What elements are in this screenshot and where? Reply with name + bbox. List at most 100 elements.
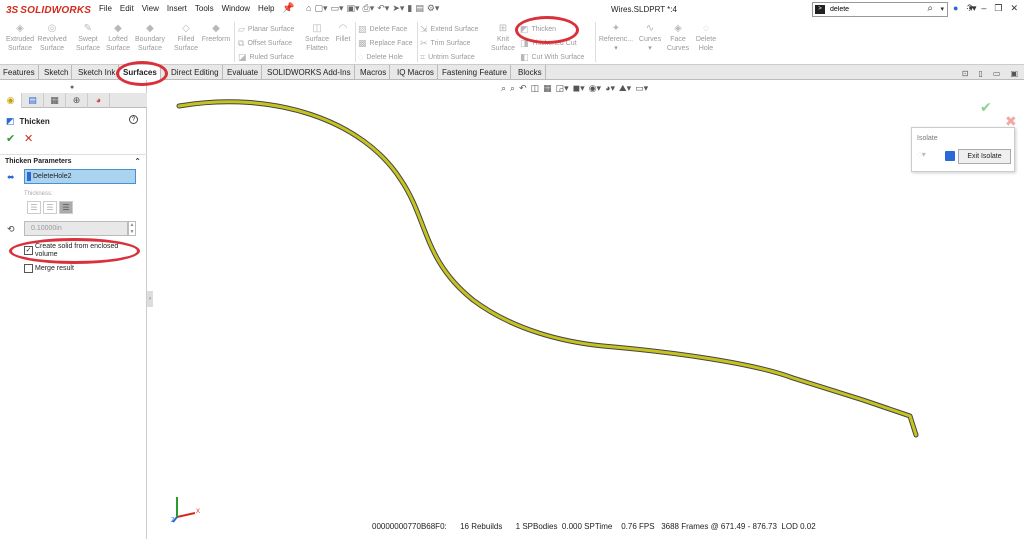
fillet-button[interactable]: ◠ Fillet xyxy=(333,24,353,44)
file-props-icon[interactable]: ▤ xyxy=(415,3,424,14)
menu-window[interactable]: Window xyxy=(222,4,250,13)
cut-with-surface-button[interactable]: ◧ Cut With Surface xyxy=(520,52,584,63)
surface-curve-model[interactable] xyxy=(153,80,1024,539)
thicken-both-button[interactable]: ☰ xyxy=(43,201,57,214)
open-icon[interactable]: ▭▾ xyxy=(330,3,343,14)
configuration-manager-tab[interactable]: ▦ xyxy=(44,93,66,108)
revolved-surface-button[interactable]: ◎ Revolved Surface xyxy=(36,24,68,53)
chevron-down-icon[interactable]: ▾ xyxy=(940,5,944,13)
tab-blocks[interactable]: Blocks xyxy=(515,65,546,80)
chevron-up-icon[interactable]: ⌃ xyxy=(134,155,141,168)
menu-help[interactable]: Help xyxy=(258,4,274,13)
panel-grip-icon[interactable]: ● xyxy=(70,84,74,91)
filled-surface-label2: Surface xyxy=(173,45,199,52)
lofted-surface-button[interactable]: ◆ Lofted Surface xyxy=(102,24,134,53)
extend-surface-button[interactable]: ⇲ Extend Surface xyxy=(420,24,478,35)
thickness-spinner[interactable]: ▲ ▼ xyxy=(128,221,136,236)
user-icon[interactable]: ● xyxy=(953,3,958,13)
create-solid-label: Create solid from enclosed volume xyxy=(35,243,119,258)
viewport-restore-icon[interactable]: ▯ xyxy=(978,69,982,78)
trim-surface-button[interactable]: ✂ Trim Surface xyxy=(420,38,470,49)
create-solid-checkbox[interactable]: ✓ xyxy=(24,246,33,255)
search-icon[interactable]: ⌕ xyxy=(927,3,933,14)
tab-evaluate[interactable]: Evaluate xyxy=(224,65,263,80)
surface-flatten-button[interactable]: ◫ Surface Flatten xyxy=(302,24,332,53)
minimize-button[interactable]: – xyxy=(981,3,986,14)
options-icon[interactable]: ⚙▾ xyxy=(427,3,440,14)
property-manager-tab[interactable]: ▤ xyxy=(22,93,44,108)
pin-icon[interactable]: 📌 xyxy=(282,3,294,14)
thicken-button[interactable]: ◩ Thicken xyxy=(520,24,556,35)
restore-button[interactable]: ❐ xyxy=(994,3,1002,14)
exit-isolate-button[interactable]: Exit Isolate xyxy=(958,149,1011,164)
untrim-surface-icon: ⌗ xyxy=(420,52,426,62)
untrim-surface-button[interactable]: ⌗ Untrim Surface xyxy=(420,52,475,63)
viewport-tile-icon[interactable]: ▭ xyxy=(993,69,1001,78)
tab-direct-editing[interactable]: Direct Editing xyxy=(168,65,223,80)
tab-fastening-feature[interactable]: Fastening Feature xyxy=(439,65,511,80)
options-dd-icon[interactable]: ·▾ xyxy=(966,3,974,14)
help-button[interactable]: ? xyxy=(129,115,138,124)
menu-insert[interactable]: Insert xyxy=(167,4,187,13)
menu-edit[interactable]: Edit xyxy=(120,4,134,13)
filled-surface-button[interactable]: ◇ Filled Surface xyxy=(170,24,202,53)
tab-iq-macros[interactable]: IQ Macros xyxy=(394,65,438,80)
ruled-surface-button[interactable]: ◪ Ruled Surface xyxy=(238,52,294,63)
menu-file[interactable]: File xyxy=(99,4,112,13)
freeform-button[interactable]: ◆ Freeform xyxy=(200,24,232,44)
offset-surface-button[interactable]: ⧉ Offset Surface xyxy=(238,38,292,49)
rebuild-icon[interactable]: ▮ xyxy=(407,3,412,14)
home-icon[interactable]: ⌂ xyxy=(306,3,311,14)
tab-sketch[interactable]: Sketch xyxy=(41,65,73,80)
extruded-surface-label2: Surface xyxy=(7,45,33,52)
display-manager-tab[interactable]: ◕ xyxy=(88,93,110,108)
tab-surfaces[interactable]: Surfaces xyxy=(120,65,161,80)
menu-tools[interactable]: Tools xyxy=(195,4,214,13)
swept-surface-button[interactable]: ✎ Swept Surface xyxy=(72,24,104,53)
surface-selection-field[interactable]: DeleteHole2 xyxy=(24,169,136,184)
extruded-surface-button[interactable]: ◈ Extruded Surface xyxy=(4,24,36,53)
thicken-parameters-header[interactable]: Thicken Parameters ⌃ xyxy=(0,154,147,167)
tab-macros[interactable]: Macros xyxy=(357,65,391,80)
tab-solidworks-add-ins[interactable]: SOLIDWORKS Add-Ins xyxy=(264,65,355,80)
isolate-display-dropdown[interactable]: ◌▾ xyxy=(917,150,941,163)
thicken-side2-button[interactable]: ☰ xyxy=(59,201,73,214)
tab-features[interactable]: Features xyxy=(0,65,39,80)
delete-face-button[interactable]: ▨ Delete Face xyxy=(358,24,407,35)
thicken-side1-button[interactable]: ☰ xyxy=(27,201,41,214)
cancel-button[interactable]: ✕ xyxy=(24,132,33,145)
planar-surface-icon: ▱ xyxy=(238,24,245,34)
curves-button[interactable]: ∿ Curves ▾ xyxy=(636,24,664,53)
boundary-surface-button[interactable]: ◆ Boundary Surface xyxy=(132,24,168,53)
close-button[interactable]: ✕ xyxy=(1010,3,1018,14)
merge-result-checkbox[interactable] xyxy=(24,264,33,273)
viewport-collapse-icon[interactable]: ⊡ xyxy=(962,69,969,78)
solidworks-logo[interactable]: 3S SOLIDWORKS xyxy=(6,3,91,17)
status-readout: 00000000770B68F0: 16 Rebuilds 1 SPBodies… xyxy=(372,522,816,531)
feature-manager-tab[interactable]: ◉ xyxy=(0,93,22,108)
dimxpert-tab[interactable]: ⊕ xyxy=(66,93,88,108)
delete-hole-button[interactable]: ◌ Delete Hole xyxy=(694,24,718,53)
delete-hole-button-small[interactable]: ◌ Delete Hole xyxy=(358,52,403,62)
save-icon[interactable]: ▣▾ xyxy=(347,3,360,14)
undo-icon[interactable]: ↶▾ xyxy=(377,3,389,14)
thickness-input[interactable]: 0.10000in xyxy=(24,221,128,236)
save-icon[interactable] xyxy=(945,151,955,161)
planar-surface-button[interactable]: ▱ Planar Surface xyxy=(238,24,294,35)
viewport-maximize-icon[interactable]: ▣ xyxy=(1010,69,1018,78)
face-curves-button[interactable]: ◈ Face Curves xyxy=(666,24,690,53)
pm-title: ◩ Thicken xyxy=(6,116,50,126)
search-input[interactable] xyxy=(830,4,920,15)
new-doc-icon[interactable]: ▢▾ xyxy=(314,3,327,14)
replace-face-button[interactable]: ▩ Replace Face xyxy=(358,38,413,49)
graphics-area[interactable]: ⊡ ▯ ▭ ▣ ⌕ ⌕ ↶ ◫ ▦ ◲▾ ◼▾ ◉▾ ◕▾ ⛰▾ ▭▾ ✔ ✖ … xyxy=(153,69,1024,539)
command-search[interactable]: > ⌕ ▾ xyxy=(812,2,948,17)
tab-sketch-ink[interactable]: Sketch Ink xyxy=(75,65,120,80)
select-icon[interactable]: ➤▾ xyxy=(392,3,404,14)
print-icon[interactable]: ⎙▾ xyxy=(363,3,375,14)
reference-geometry-button[interactable]: ✦ Referenc... ▾ xyxy=(597,24,635,53)
knit-surface-button[interactable]: ⊞ Knit Surface xyxy=(490,24,516,53)
menu-view[interactable]: View xyxy=(142,4,159,13)
thickened-cut-button[interactable]: ◨ Thickened Cut xyxy=(520,38,577,49)
ok-button[interactable]: ✔ xyxy=(6,132,15,145)
